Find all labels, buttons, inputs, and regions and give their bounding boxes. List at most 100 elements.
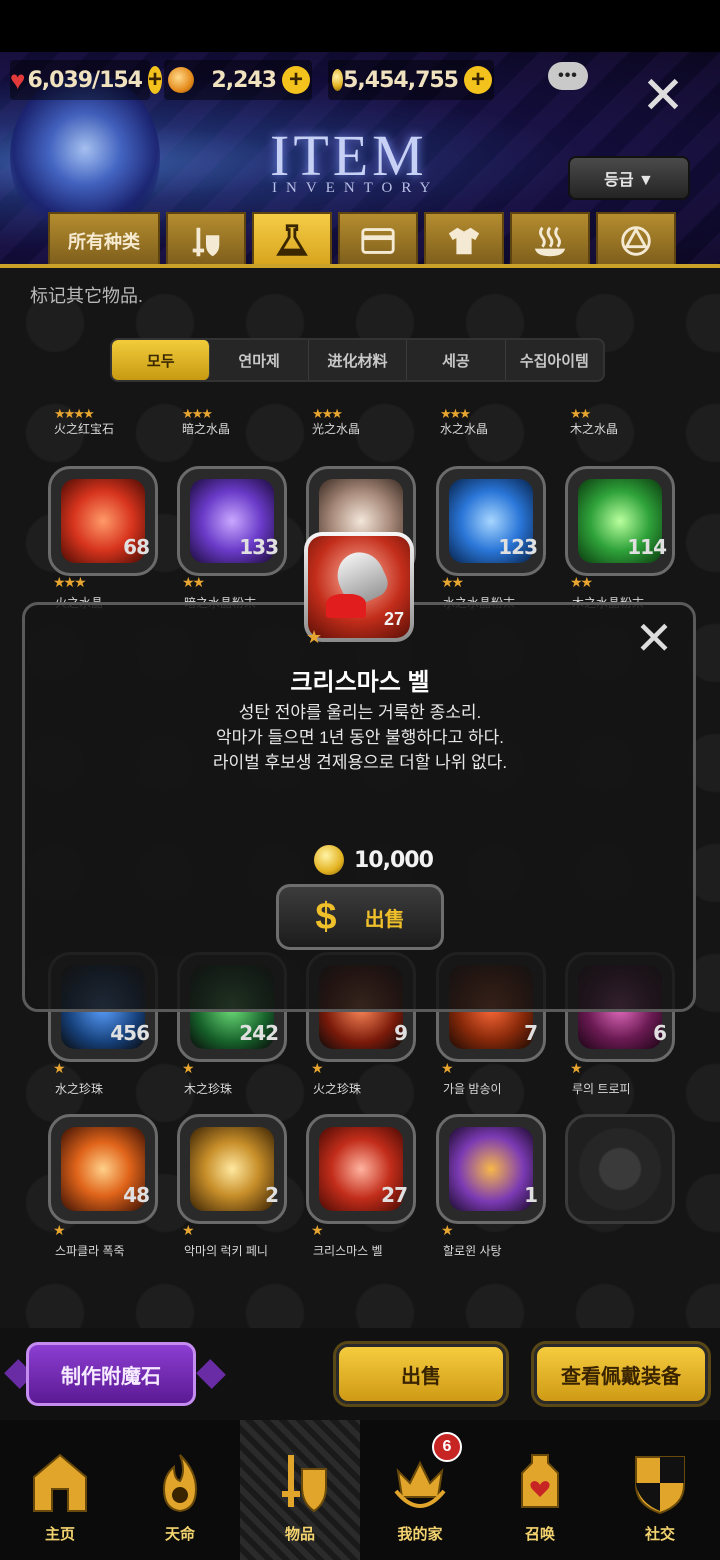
nav-home[interactable]: 主页: [0, 1420, 120, 1560]
nav-my-home[interactable]: 6 我的家: [360, 1420, 480, 1560]
price-value: 10,000: [354, 847, 434, 873]
ribbon-icon: [326, 594, 366, 618]
item-slot[interactable]: 133 ★★ 暗之水晶粉末: [177, 466, 287, 610]
item-slot[interactable]: 48 ★ 스파클라 폭죽: [48, 1114, 158, 1258]
nav-label: 主页: [44, 1526, 75, 1543]
nav-label: 我的家: [397, 1526, 443, 1543]
stars: ★: [441, 1222, 453, 1238]
stars: ★: [570, 1060, 582, 1076]
item-slot[interactable]: 114 ★★ 木之水晶粉末: [565, 466, 675, 610]
add-gold-button[interactable]: +: [464, 66, 492, 94]
halloween-candy-icon: [449, 1127, 533, 1211]
action-bar: 制作附魔石 出售 查看佩戴装备: [0, 1328, 720, 1420]
dollar-icon: $: [315, 895, 337, 938]
tab-bath[interactable]: [510, 212, 590, 264]
filter-evolution[interactable]: 进化材料: [309, 340, 408, 380]
stars: ★★★: [182, 406, 213, 421]
tab-cards[interactable]: [338, 212, 418, 264]
filter-all[interactable]: 모두: [112, 340, 211, 380]
tab-emblem[interactable]: [596, 212, 676, 264]
filter-craft[interactable]: 세공: [407, 340, 506, 380]
item-slot[interactable]: 2 ★ 악마의 럭키 페니: [177, 1114, 287, 1258]
item-count: 6: [653, 1021, 667, 1045]
stars: ★★★: [312, 406, 343, 421]
gold-coins-icon: [314, 845, 344, 875]
stamina-value: 6,039: [27, 67, 93, 93]
nav-summon[interactable]: 召唤: [480, 1420, 600, 1560]
tab-all-label: 所有种类: [68, 232, 140, 252]
item-name: 火之珍珠: [313, 1082, 362, 1096]
empty-slot: [565, 1114, 675, 1224]
page-title: ITEM: [270, 123, 428, 188]
popup-close-icon[interactable]: ✕: [634, 615, 674, 661]
craft-enchant-stone-button[interactable]: 制作附魔石: [26, 1342, 196, 1406]
crest-icon: [635, 1456, 685, 1515]
potion-icon: [521, 1454, 559, 1508]
grade-sort-button[interactable]: 등급 ▼: [568, 156, 690, 200]
add-gems-button[interactable]: +: [282, 66, 310, 94]
close-icon[interactable]: ✕: [640, 70, 686, 122]
notification-badge: 6: [432, 1432, 462, 1462]
item-slot[interactable]: 68 ★★★ 火之水晶: [48, 466, 158, 610]
card-icon: [361, 228, 395, 254]
item-name: 크리스마스 벨: [313, 1244, 383, 1258]
item-count: 27: [381, 1183, 408, 1207]
popup-item-description: 성탄 전야를 울리는 거룩한 종소리. 악마가 들으면 1년 동안 불행하다고 …: [0, 700, 720, 775]
tab-all[interactable]: 所有种类: [48, 212, 160, 264]
stamina-max: /154: [92, 67, 143, 93]
item-count: 123: [498, 535, 538, 559]
stars: ★: [53, 1222, 65, 1238]
stars: ★: [441, 1060, 453, 1076]
item-count: 48: [123, 1183, 150, 1207]
popup-sell-label: 出售: [364, 908, 405, 931]
item-name: 스파클라 폭죽: [55, 1244, 125, 1258]
item-count: 2: [265, 1183, 279, 1207]
partial-row-labels: ★★★★ 火之红宝石 ★★★ 暗之水晶 ★★★ 光之水晶 ★★★ 水之水晶 ★★…: [0, 406, 720, 442]
tab-materials[interactable]: [252, 212, 332, 264]
star-icon: ★: [306, 627, 323, 647]
item-label: 火之红宝石: [54, 422, 115, 436]
item-count: 68: [123, 535, 150, 559]
hint-text: 标记其它物品.: [30, 286, 144, 306]
filter-collection[interactable]: 수집아이템: [506, 340, 603, 380]
filter-polish[interactable]: 연마제: [210, 340, 309, 380]
gold-value: 5,454,755: [343, 67, 459, 93]
flame-icon: [162, 1454, 198, 1513]
tab-clothing[interactable]: [424, 212, 504, 264]
gems-display: 2,243 +: [164, 60, 312, 100]
view-equipped-button[interactable]: 查看佩戴装备: [531, 1341, 711, 1407]
locked-crest-icon: [578, 1127, 662, 1211]
flask-icon: [276, 224, 308, 256]
item-slot[interactable]: 27 ★ 크리스마스 벨: [306, 1114, 416, 1258]
chat-icon[interactable]: •••: [548, 62, 588, 90]
home-icon: [33, 1453, 87, 1512]
tab-equipment[interactable]: [166, 212, 246, 264]
stars: ★★: [182, 574, 205, 590]
nav-label: 天命: [164, 1526, 195, 1543]
heart-icon: ♥: [10, 64, 26, 95]
gold-display: 5,454,755 +: [328, 60, 494, 100]
sell-button[interactable]: 出售: [333, 1341, 509, 1407]
nav-label: 物品: [284, 1526, 315, 1543]
stars: ★★★★: [54, 406, 95, 421]
nav-destiny[interactable]: 天命: [120, 1420, 240, 1560]
item-name: 水之珍珠: [55, 1082, 104, 1096]
popup-item-icon: 27 ★: [304, 532, 414, 647]
gem-icon: [168, 67, 194, 93]
item-slot[interactable]: 123 ★★ 水之水晶粉末: [436, 466, 546, 610]
page-subtitle: INVENTORY: [272, 180, 440, 196]
nav-social[interactable]: 社交: [600, 1420, 720, 1560]
popup-sell-button[interactable]: $ 出售: [276, 884, 444, 950]
nav-items[interactable]: 物品: [240, 1420, 360, 1560]
lucky-penny-icon: [190, 1127, 274, 1211]
status-bar: [0, 0, 720, 52]
add-stamina-button[interactable]: +: [148, 66, 163, 94]
gems-value: 2,243: [211, 67, 277, 93]
wing-decoration: [196, 1359, 226, 1389]
filter-segment: 모두 연마제 进化材料 세공 수집아이템: [110, 338, 605, 382]
item-label: 木之水晶: [570, 422, 619, 436]
item-name: 악마의 럭키 페니: [184, 1244, 268, 1258]
equipment-icon: [192, 227, 220, 257]
sword-shield-icon: [282, 1455, 327, 1513]
item-slot[interactable]: 1 ★ 할로윈 사탕: [436, 1114, 546, 1258]
